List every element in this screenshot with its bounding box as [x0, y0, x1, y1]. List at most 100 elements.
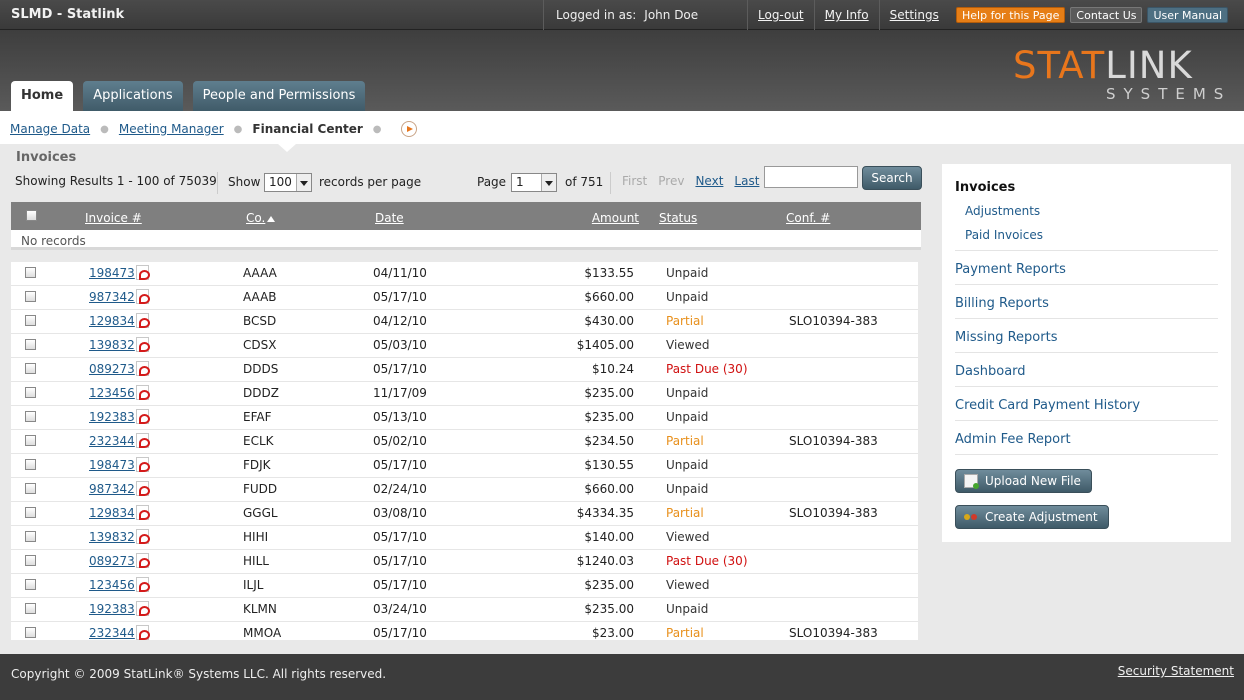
- row-checkbox[interactable]: [25, 483, 36, 494]
- pdf-icon[interactable]: [136, 625, 150, 640]
- date-cell: 11/17/09: [373, 386, 427, 400]
- row-checkbox[interactable]: [25, 531, 36, 542]
- pdf-icon[interactable]: [136, 289, 150, 304]
- logout-link[interactable]: Log-out: [747, 0, 814, 30]
- sidebar-item-missing-reports[interactable]: Missing Reports: [955, 330, 1218, 345]
- sidebar-item-admin-fee-report[interactable]: Admin Fee Report: [955, 432, 1218, 447]
- per-page-select[interactable]: 100: [264, 173, 312, 192]
- pdf-icon[interactable]: [136, 337, 150, 352]
- col-conf[interactable]: Conf. #: [786, 211, 830, 225]
- row-checkbox[interactable]: [25, 507, 36, 518]
- contact-button[interactable]: Contact Us: [1070, 7, 1143, 23]
- main-tabs: Home Applications People and Permissions: [11, 81, 366, 111]
- invoice-number-link[interactable]: 123456: [89, 386, 135, 400]
- crumb-manage-data[interactable]: Manage Data: [10, 122, 90, 136]
- amount-cell: $1405.00: [576, 338, 634, 352]
- pdf-icon[interactable]: [136, 433, 150, 448]
- row-checkbox[interactable]: [25, 363, 36, 374]
- row-checkbox[interactable]: [25, 291, 36, 302]
- sidebar-item-billing-reports[interactable]: Billing Reports: [955, 296, 1218, 311]
- select-all-checkbox[interactable]: [26, 210, 37, 221]
- pdf-icon[interactable]: [136, 481, 150, 496]
- invoice-number-link[interactable]: 192383: [89, 602, 135, 616]
- row-checkbox[interactable]: [25, 555, 36, 566]
- invoice-number-link[interactable]: 987342: [89, 482, 135, 496]
- invoice-number-link[interactable]: 129834: [89, 314, 135, 328]
- date-cell: 05/17/10: [373, 362, 427, 376]
- pdf-icon[interactable]: [136, 361, 150, 376]
- row-checkbox[interactable]: [25, 603, 36, 614]
- invoice-number-link[interactable]: 198473: [89, 266, 135, 280]
- col-status[interactable]: Status: [659, 211, 697, 225]
- row-checkbox[interactable]: [25, 387, 36, 398]
- col-date[interactable]: Date: [375, 211, 404, 225]
- pdf-icon[interactable]: [136, 529, 150, 544]
- sidebar-sub-adjustments[interactable]: Adjustments: [965, 204, 1040, 218]
- invoice-number-link[interactable]: 139832: [89, 338, 135, 352]
- settings-link[interactable]: Settings: [878, 0, 949, 30]
- search-input[interactable]: [764, 166, 858, 188]
- page-select[interactable]: 1: [511, 173, 557, 192]
- pdf-icon[interactable]: [136, 457, 150, 472]
- invoice-number-link[interactable]: 987342: [89, 290, 135, 304]
- invoice-number-link[interactable]: 192383: [89, 410, 135, 424]
- row-checkbox[interactable]: [25, 627, 36, 638]
- invoice-number-link[interactable]: 129834: [89, 506, 135, 520]
- sidebar-sub-paid-invoices[interactable]: Paid Invoices: [965, 228, 1043, 242]
- row-checkbox[interactable]: [25, 579, 36, 590]
- top-bar: SLMD - Statlink Logged in as: John Doe Lo…: [0, 0, 1244, 30]
- invoice-number-link[interactable]: 232344: [89, 626, 135, 640]
- row-checkbox[interactable]: [25, 435, 36, 446]
- row-checkbox[interactable]: [25, 411, 36, 422]
- row-checkbox[interactable]: [25, 459, 36, 470]
- row-checkbox[interactable]: [25, 315, 36, 326]
- company-cell: MMOA: [243, 626, 282, 640]
- date-cell: 05/17/10: [373, 530, 427, 544]
- security-statement-link[interactable]: Security Statement: [1118, 664, 1234, 678]
- crumb-separator: ●: [372, 123, 382, 135]
- table-row: 139832 CDSX 05/03/10 $1405.00 Viewed: [11, 334, 918, 358]
- prev-page-link: Prev: [658, 174, 685, 188]
- pdf-icon[interactable]: [136, 313, 150, 328]
- tab-people-permissions[interactable]: People and Permissions: [192, 81, 366, 111]
- help-button[interactable]: Help for this Page: [956, 7, 1066, 23]
- col-co[interactable]: Co.: [246, 211, 276, 225]
- arrow-circle-icon[interactable]: [400, 121, 417, 137]
- pdf-icon[interactable]: [136, 553, 150, 568]
- row-checkbox[interactable]: [25, 339, 36, 350]
- sidebar-item-payment-reports[interactable]: Payment Reports: [955, 262, 1218, 277]
- invoice-number-link[interactable]: 089273: [89, 554, 135, 568]
- top-buttons: Help for this Page Contact Us User Manua…: [956, 7, 1229, 23]
- amount-cell: $660.00: [584, 290, 634, 304]
- my-info-link[interactable]: My Info: [813, 0, 879, 30]
- sidebar-title[interactable]: Invoices: [955, 180, 1015, 195]
- pdf-icon[interactable]: [136, 601, 150, 616]
- sidebar-item-dashboard[interactable]: Dashboard: [955, 364, 1218, 379]
- pdf-icon[interactable]: [136, 385, 150, 400]
- pdf-icon[interactable]: [136, 265, 150, 280]
- create-adjustment-button[interactable]: Create Adjustment: [955, 505, 1109, 529]
- tab-applications[interactable]: Applications: [83, 81, 183, 111]
- pdf-icon[interactable]: [136, 505, 150, 520]
- sidebar-item-cc-payment-history[interactable]: Credit Card Payment History: [955, 398, 1218, 413]
- col-invoice[interactable]: Invoice #: [85, 211, 142, 225]
- pdf-icon[interactable]: [136, 577, 150, 592]
- invoice-number-link[interactable]: 198473: [89, 458, 135, 472]
- next-page-link[interactable]: Next: [695, 174, 723, 188]
- status-cell: Unpaid: [666, 458, 709, 472]
- col-amount[interactable]: Amount: [592, 211, 639, 225]
- invoice-number-link[interactable]: 089273: [89, 362, 135, 376]
- user-manual-button[interactable]: User Manual: [1147, 7, 1229, 23]
- crumb-current: Financial Center: [252, 122, 363, 136]
- pdf-icon[interactable]: [136, 409, 150, 424]
- search-button[interactable]: Search: [862, 166, 922, 190]
- amount-cell: $235.00: [584, 578, 634, 592]
- invoice-number-link[interactable]: 123456: [89, 578, 135, 592]
- crumb-meeting-manager[interactable]: Meeting Manager: [119, 122, 224, 136]
- invoice-number-link[interactable]: 139832: [89, 530, 135, 544]
- row-checkbox[interactable]: [25, 267, 36, 278]
- upload-file-button[interactable]: Upload New File: [955, 469, 1092, 493]
- last-page-link[interactable]: Last: [734, 174, 759, 188]
- invoice-number-link[interactable]: 232344: [89, 434, 135, 448]
- tab-home[interactable]: Home: [11, 81, 74, 111]
